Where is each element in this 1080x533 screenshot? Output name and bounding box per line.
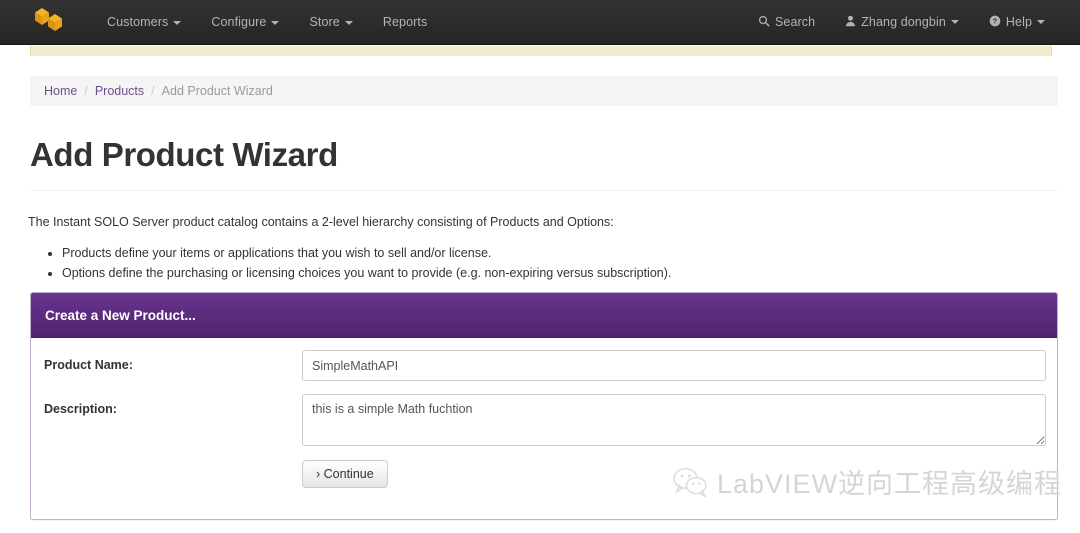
breadcrumb-separator: / xyxy=(84,84,88,98)
list-item: Products define your items or applicatio… xyxy=(62,243,671,263)
list-item: Options define the purchasing or licensi… xyxy=(62,263,671,283)
chevron-down-icon xyxy=(1037,20,1045,25)
nav-item-configure[interactable]: Configure xyxy=(196,0,294,44)
product-name-input[interactable] xyxy=(302,350,1046,381)
nav-item-label: Zhang dongbin xyxy=(861,14,946,29)
description-textarea[interactable] xyxy=(302,394,1046,446)
chevron-down-icon xyxy=(173,20,182,25)
brand-logo[interactable] xyxy=(18,7,80,38)
breadcrumb-item-home[interactable]: Home xyxy=(44,84,77,98)
nav-item-reports[interactable]: Reports xyxy=(368,0,442,44)
nav-item-help[interactable]: ? Help xyxy=(974,0,1060,45)
intro-bullet-list: Products define your items or applicatio… xyxy=(44,243,671,283)
top-navbar: Customers Configure Store Reports Search xyxy=(0,0,1080,45)
nav-item-store[interactable]: Store xyxy=(294,0,367,44)
question-circle-icon: ? xyxy=(989,1,1001,45)
chevron-down-icon xyxy=(271,20,280,25)
panel-title: Create a New Product... xyxy=(45,307,196,323)
nav-item-label: Customers xyxy=(107,15,169,29)
nav-left-group: Customers Configure Store Reports xyxy=(92,0,442,44)
nav-item-label: Help xyxy=(1005,14,1032,29)
create-product-panel: Create a New Product... Product Name: De… xyxy=(30,292,1058,520)
nav-item-user-menu[interactable]: Zhang dongbin xyxy=(830,0,974,45)
nav-right-group: Search Zhang dongbin ? Help xyxy=(743,0,1060,45)
breadcrumb-item-products[interactable]: Products xyxy=(95,84,144,98)
breadcrumb-item-current: Add Product Wizard xyxy=(161,84,273,98)
cube-logo-icon xyxy=(32,7,66,38)
description-label: Description: xyxy=(44,402,117,416)
intro-paragraph: The Instant SOLO Server product catalog … xyxy=(28,215,614,229)
nav-item-customers[interactable]: Customers xyxy=(92,0,196,44)
search-icon xyxy=(758,1,770,45)
panel-header: Create a New Product... xyxy=(31,293,1057,338)
alert-banner xyxy=(30,46,1052,56)
product-name-label: Product Name: xyxy=(44,358,133,372)
breadcrumb-separator: / xyxy=(151,84,155,98)
svg-text:?: ? xyxy=(993,16,998,25)
continue-button[interactable]: › Continue xyxy=(302,460,388,488)
nav-item-search[interactable]: Search xyxy=(743,0,830,45)
title-divider xyxy=(30,190,1058,191)
page-title: Add Product Wizard xyxy=(30,136,338,173)
nav-item-label: Configure xyxy=(211,15,267,29)
breadcrumb: Home / Products / Add Product Wizard xyxy=(30,76,1058,106)
nav-item-label: Reports xyxy=(382,15,428,29)
panel-body: Product Name: Description: › Continue xyxy=(31,338,1057,519)
user-icon xyxy=(845,1,856,45)
nav-item-label: Search xyxy=(774,14,816,29)
chevron-down-icon xyxy=(344,20,353,25)
nav-item-label: Store xyxy=(309,15,340,29)
chevron-down-icon xyxy=(950,20,959,25)
